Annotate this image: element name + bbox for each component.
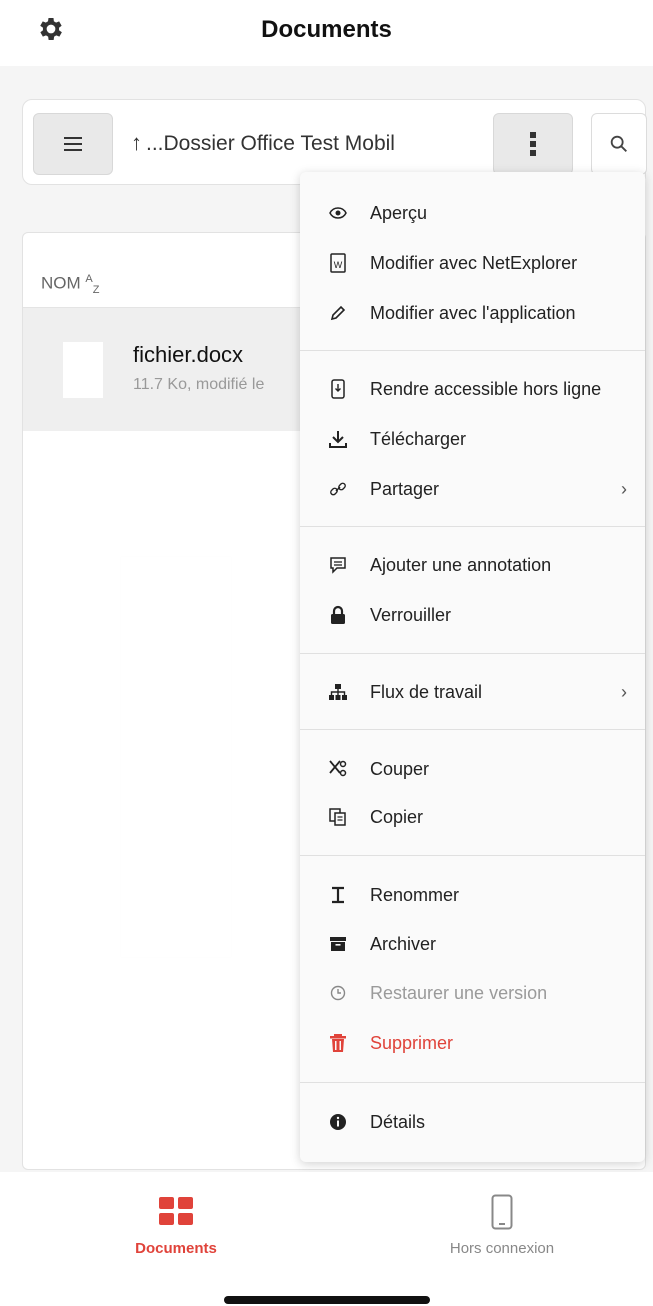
chevron-right-icon: › bbox=[621, 681, 627, 702]
grid-icon bbox=[76, 1192, 276, 1232]
menu-separator bbox=[300, 653, 645, 654]
menu-item-restaurer-version: Restaurer une version bbox=[300, 970, 645, 1016]
vertical-dots-icon bbox=[530, 132, 536, 156]
copy-icon bbox=[326, 805, 350, 829]
breadcrumb-path: ...Dossier Office Test Mobil bbox=[146, 132, 395, 155]
menu-item-supprimer[interactable]: Supprimer bbox=[300, 1020, 645, 1066]
empty-area bbox=[121, 557, 231, 957]
tab-hors-connexion-label: Hors connexion bbox=[449, 1240, 555, 1257]
bottom-navigation: Documents Hors connexion bbox=[0, 1172, 653, 1306]
tab-documents[interactable]: Documents bbox=[76, 1192, 276, 1257]
pencil-icon bbox=[326, 301, 350, 325]
eye-icon bbox=[326, 201, 350, 225]
menu-item-partager[interactable]: Partager › bbox=[300, 466, 645, 512]
menu-item-apercu[interactable]: Aperçu bbox=[300, 190, 645, 236]
search-icon bbox=[610, 135, 627, 152]
menu-button[interactable] bbox=[33, 113, 113, 175]
word-file-icon: W bbox=[326, 251, 350, 275]
menu-separator bbox=[300, 729, 645, 730]
menu-separator bbox=[300, 350, 645, 351]
trash-icon bbox=[326, 1031, 350, 1055]
menu-separator bbox=[300, 526, 645, 527]
menu-item-renommer[interactable]: Renommer bbox=[300, 872, 645, 918]
breadcrumb[interactable]: ↑ ...Dossier Office Test Mobil bbox=[131, 130, 491, 156]
page-title: Documents bbox=[261, 16, 392, 43]
menu-item-hors-ligne[interactable]: Rendre accessible hors ligne bbox=[300, 366, 645, 412]
column-header-name[interactable]: NOM AZ bbox=[41, 273, 99, 296]
context-menu: Aperçu W Modifier avec NetExplorer Modif… bbox=[300, 172, 645, 1162]
menu-item-flux-travail[interactable]: Flux de travail › bbox=[300, 669, 645, 715]
menu-item-archiver[interactable]: Archiver bbox=[300, 921, 645, 967]
archive-icon bbox=[326, 932, 350, 956]
menu-item-annotation[interactable]: Ajouter une annotation bbox=[300, 542, 645, 588]
search-button[interactable] bbox=[591, 113, 647, 175]
menu-item-verrouiller[interactable]: Verrouiller bbox=[300, 592, 645, 638]
sort-icon: A bbox=[85, 273, 93, 285]
scissors-icon bbox=[326, 757, 350, 781]
download-icon bbox=[326, 427, 350, 451]
workflow-icon bbox=[326, 680, 350, 704]
link-icon bbox=[326, 477, 350, 501]
menu-item-couper[interactable]: Couper bbox=[300, 746, 645, 792]
more-options-button[interactable] bbox=[493, 113, 573, 175]
info-icon bbox=[326, 1110, 350, 1134]
text-cursor-icon bbox=[326, 883, 350, 907]
file-meta: 11.7 Ko, modifié le bbox=[133, 376, 265, 393]
phone-download-icon bbox=[326, 377, 350, 401]
tab-documents-label: Documents bbox=[135, 1240, 217, 1257]
tab-hors-connexion[interactable]: Hors connexion bbox=[402, 1192, 602, 1257]
comment-icon bbox=[326, 553, 350, 577]
menu-item-copier[interactable]: Copier bbox=[300, 794, 645, 840]
lock-icon bbox=[326, 603, 350, 627]
file-name: fichier.docx bbox=[133, 342, 244, 367]
phone-icon bbox=[402, 1192, 602, 1232]
hamburger-icon bbox=[64, 137, 82, 151]
svg-text:W: W bbox=[334, 260, 343, 270]
up-arrow-icon[interactable]: ↑ bbox=[131, 130, 142, 155]
menu-separator bbox=[300, 1082, 645, 1083]
menu-item-details[interactable]: Détails bbox=[300, 1099, 645, 1145]
menu-item-telecharger[interactable]: Télécharger bbox=[300, 416, 645, 462]
file-thumbnail bbox=[63, 342, 103, 398]
menu-item-modifier-netexplorer[interactable]: W Modifier avec NetExplorer bbox=[300, 240, 645, 286]
home-indicator bbox=[224, 1296, 430, 1304]
chevron-right-icon: › bbox=[621, 478, 627, 499]
menu-separator bbox=[300, 855, 645, 856]
app-header: Documents bbox=[0, 0, 653, 66]
clock-icon bbox=[326, 981, 350, 1005]
menu-item-modifier-application[interactable]: Modifier avec l'application bbox=[300, 290, 645, 336]
